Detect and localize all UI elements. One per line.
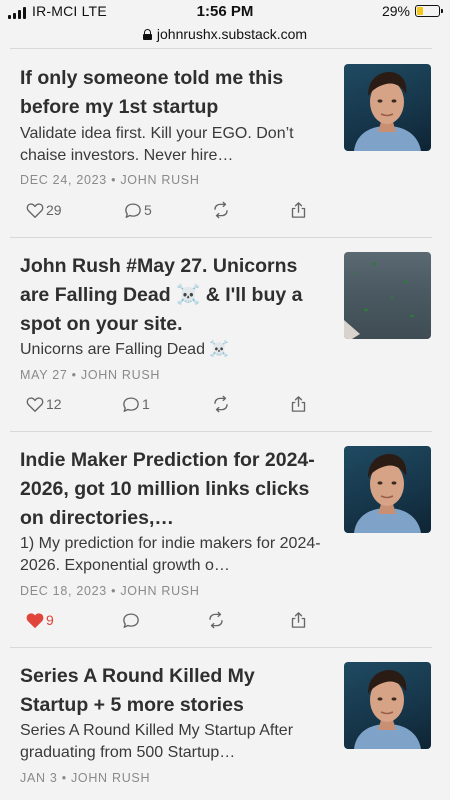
post-actions: 9 bbox=[26, 610, 316, 630]
post-title[interactable]: Indie Maker Prediction for 2024-2026, go… bbox=[20, 446, 325, 533]
battery-fill bbox=[417, 7, 424, 15]
share-icon bbox=[291, 396, 306, 412]
restack-icon bbox=[214, 395, 228, 413]
share-icon bbox=[291, 612, 306, 628]
battery-percent: 29% bbox=[381, 3, 410, 19]
lock-icon bbox=[142, 28, 152, 40]
share-button[interactable] bbox=[290, 610, 307, 630]
status-bar: IR-MCI LTE 1:56 PM 29% bbox=[0, 0, 450, 22]
like-button[interactable]: 12 bbox=[26, 394, 62, 414]
post-meta: DEC 24, 2023 • JOHN RUSH bbox=[20, 173, 200, 187]
comment-button[interactable]: 1 bbox=[122, 394, 150, 414]
divider bbox=[10, 48, 432, 49]
post-title[interactable]: If only someone told me this before my 1… bbox=[20, 64, 325, 122]
post-title[interactable]: Series A Round Killed My Startup + 5 mor… bbox=[20, 662, 325, 720]
like-button[interactable]: 29 bbox=[26, 200, 62, 220]
comment-icon bbox=[125, 202, 141, 218]
restack-button[interactable] bbox=[212, 200, 230, 220]
share-icon bbox=[291, 202, 306, 218]
restack-button[interactable] bbox=[212, 394, 230, 414]
post-title[interactable]: John Rush #May 27. Unicorns are Falling … bbox=[20, 252, 325, 339]
post-thumbnail[interactable] bbox=[344, 64, 431, 151]
heart-icon bbox=[26, 202, 44, 218]
like-count: 12 bbox=[46, 396, 62, 412]
post-meta: DEC 18, 2023 • JOHN RUSH bbox=[20, 584, 200, 598]
url-text: johnrushx.substack.com bbox=[156, 26, 308, 42]
comment-button[interactable] bbox=[122, 610, 142, 630]
post-subtitle: Unicorns are Falling Dead ☠️ bbox=[20, 341, 230, 358]
post-meta: MAY 27 • JOHN RUSH bbox=[20, 368, 161, 382]
comment-icon bbox=[123, 396, 139, 412]
heart-icon bbox=[26, 396, 44, 412]
like-count: 9 bbox=[46, 612, 54, 628]
heart-icon bbox=[26, 612, 44, 628]
comment-count: 1 bbox=[142, 396, 150, 412]
restack-icon bbox=[214, 201, 228, 219]
post-subtitle: Validate idea first. Kill your EGO. Don’… bbox=[20, 125, 294, 164]
restack-button[interactable] bbox=[207, 610, 225, 630]
comment-button[interactable]: 5 bbox=[124, 200, 152, 220]
like-button[interactable]: 9 bbox=[26, 610, 54, 630]
post-actions: 29 5 bbox=[26, 200, 316, 220]
post-actions: 12 1 bbox=[26, 394, 316, 414]
comment-count: 5 bbox=[144, 202, 152, 218]
address-bar[interactable]: johnrushx.substack.com bbox=[0, 22, 450, 46]
like-count: 29 bbox=[46, 202, 62, 218]
post-thumbnail[interactable] bbox=[344, 662, 431, 749]
share-button[interactable] bbox=[290, 200, 307, 220]
battery-icon bbox=[415, 5, 443, 17]
divider bbox=[10, 647, 432, 648]
post-meta: JAN 3 • JOHN RUSH bbox=[20, 771, 151, 785]
divider bbox=[10, 237, 432, 238]
restack-icon bbox=[209, 611, 223, 629]
share-button[interactable] bbox=[290, 394, 307, 414]
divider bbox=[10, 431, 432, 432]
post-thumbnail[interactable] bbox=[344, 446, 431, 533]
post-thumbnail[interactable] bbox=[344, 252, 431, 339]
comment-icon bbox=[123, 612, 139, 628]
post-subtitle: 1) My prediction for indie makers for 20… bbox=[20, 535, 321, 574]
status-right: 29% bbox=[381, 3, 443, 19]
post-subtitle: Series A Round Killed My Startup After g… bbox=[20, 722, 294, 761]
